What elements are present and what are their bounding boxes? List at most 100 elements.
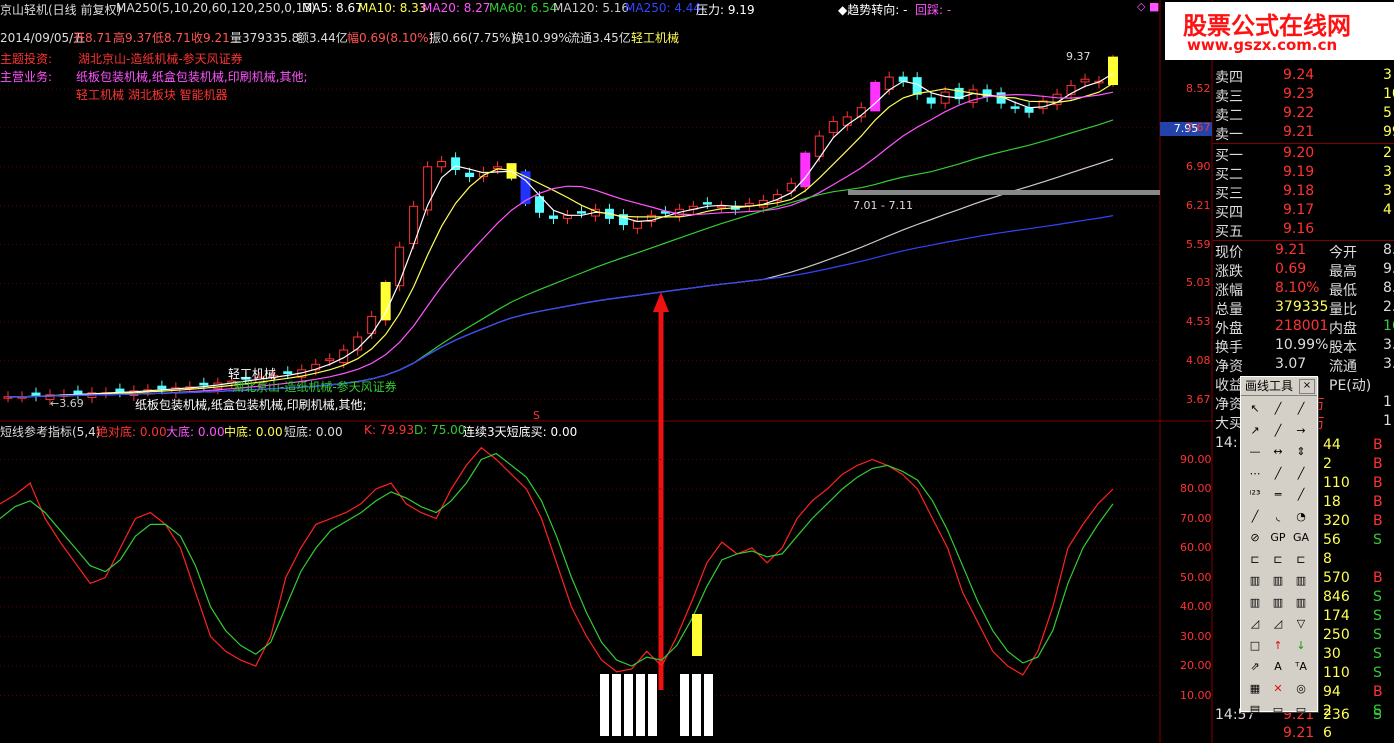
stat-label: 涨幅 — [1215, 283, 1243, 299]
fib-fan-icon[interactable]: ◿ — [1245, 614, 1265, 634]
trade-side: B — [1373, 494, 1383, 510]
ma10-value: MA10: 8.33 — [358, 1, 427, 15]
line-icon[interactable]: ╱ — [1268, 399, 1288, 419]
bid-price: 9.18 — [1283, 183, 1315, 199]
period-icon[interactable]: ⊏ — [1245, 550, 1265, 570]
candle-body — [423, 166, 433, 211]
arrow-line-icon[interactable]: ↗ — [1245, 421, 1265, 441]
pointer-icon[interactable]: ↖ — [1245, 399, 1265, 419]
double-line-icon[interactable]: ═ — [1268, 485, 1288, 505]
vertical-icon[interactable]: ⇕ — [1291, 442, 1311, 462]
info-volume: 量379335.8 — [230, 31, 300, 45]
bid-label: 买四 — [1215, 205, 1243, 221]
circle-icon[interactable]: ◔ — [1291, 507, 1311, 527]
stat-value: 3.07 — [1275, 356, 1307, 372]
trend-icon[interactable]: ╱ — [1291, 464, 1311, 484]
indicator-tick-label: 10.00 — [1180, 688, 1212, 702]
dots-icon[interactable]: ⋯ — [1245, 464, 1265, 484]
chart-note-business: 纸板包装机械,纸盒包装机械,印刷机械,其他; — [135, 398, 367, 412]
ask-price: 9.23 — [1283, 86, 1315, 102]
ask-price: 9.22 — [1283, 105, 1315, 121]
text-icon[interactable]: A — [1268, 657, 1288, 677]
chart-title: 京山轻机(日线 前复权) — [0, 3, 122, 17]
trade-volume: 18 — [1323, 494, 1341, 510]
kline-chart[interactable] — [0, 0, 1213, 743]
stat-value: 379335 — [1275, 299, 1329, 315]
ruler-icon[interactable]: ▭ — [1268, 700, 1288, 720]
trade-volume: 94 — [1323, 684, 1341, 700]
buy-signal-bar — [692, 614, 702, 656]
stat-label: 换手 — [1215, 340, 1243, 356]
text-style-icon[interactable]: ᵀA — [1291, 657, 1311, 677]
business-label: 主营业务: — [0, 70, 53, 84]
price-arrow-icon[interactable]: ⇗ — [1245, 657, 1265, 677]
close-icon[interactable]: × — [1299, 379, 1315, 394]
short-bottom: 短底: 0.00 — [284, 425, 343, 439]
range-icon[interactable]: ⊏ — [1291, 550, 1311, 570]
trade-volume: 236 — [1323, 707, 1350, 723]
arc-icon[interactable]: ◟ — [1268, 507, 1288, 527]
candle-body — [702, 202, 712, 205]
trade-volume: 846 — [1323, 589, 1350, 605]
pressure-value: 压力: 9.19 — [696, 3, 755, 17]
reversal-signal: 回踩: - — [915, 3, 952, 17]
ask-volume: 10 — [1383, 86, 1394, 102]
card-icon[interactable]: ▭ — [1291, 700, 1311, 720]
ray-icon[interactable]: ╱ — [1291, 399, 1311, 419]
parallel-icon[interactable]: ↔ — [1268, 442, 1288, 462]
trade-volume: 8 — [1323, 551, 1332, 567]
grid-c-icon[interactable]: ▥ — [1291, 571, 1311, 591]
trade-side: S — [1373, 532, 1382, 548]
grid-b-icon[interactable]: ▥ — [1268, 571, 1288, 591]
stat-value: 3.45 — [1383, 356, 1394, 372]
stat-label: 今开 — [1329, 245, 1357, 261]
bid-price: 9.19 — [1283, 164, 1315, 180]
trade-side: B — [1373, 513, 1383, 529]
horizontal-line-icon[interactable]: — — [1245, 442, 1265, 462]
down-arrow-icon[interactable]: ↓ — [1291, 636, 1311, 656]
doc-icon[interactable]: ▤ — [1245, 700, 1265, 720]
bid-volume: 4 — [1383, 202, 1392, 218]
ellipse-icon[interactable]: ⊘ — [1245, 528, 1265, 548]
bars-a-icon[interactable]: ▥ — [1245, 593, 1265, 613]
bars-b-icon[interactable]: ▥ — [1268, 593, 1288, 613]
delete-icon[interactable]: ✕ — [1268, 679, 1288, 699]
gp-icon[interactable]: GP — [1268, 528, 1288, 548]
candle-body — [744, 202, 754, 207]
fill-icon[interactable]: ▦ — [1245, 679, 1265, 699]
numbers-icon[interactable]: ⁱ²³ — [1245, 485, 1265, 505]
ask-volume: 3 — [1383, 67, 1392, 83]
speed-icon[interactable]: ◿ — [1268, 614, 1288, 634]
stat-value: 1613 — [1383, 318, 1394, 334]
price-tick-label: 7.67 — [1186, 120, 1211, 134]
candle-body — [842, 116, 852, 126]
bars-c-icon[interactable]: ▥ — [1291, 593, 1311, 613]
candle-body — [31, 392, 41, 397]
stat-value: 3.45 — [1383, 337, 1394, 353]
price-tick-label: 8.52 — [1186, 82, 1211, 96]
highlight-icon[interactable]: ◎ — [1291, 679, 1311, 699]
ga-icon[interactable]: GA — [1291, 528, 1311, 548]
grid-a-icon[interactable]: ▥ — [1245, 571, 1265, 591]
diamond-icon[interactable]: ◇ ■ — [1137, 0, 1159, 13]
indicator-tick-label: 60.00 — [1180, 541, 1212, 554]
slope-icon[interactable]: ╱ — [1291, 485, 1311, 505]
signal-bar — [1108, 56, 1118, 86]
concepts-value: 轻工机械 湖北板块 智能机器 — [76, 88, 228, 102]
triangle-icon[interactable]: ▽ — [1291, 614, 1311, 634]
segment-icon[interactable]: ╱ — [1268, 421, 1288, 441]
bottom-signal-column — [636, 674, 645, 736]
channel-icon[interactable]: ╱ — [1268, 464, 1288, 484]
stat-value: 1 — [1383, 394, 1392, 410]
box-icon[interactable]: ⊏ — [1268, 550, 1288, 570]
up-arrow-icon[interactable]: ↑ — [1268, 636, 1288, 656]
rectangle-icon[interactable]: □ — [1245, 636, 1265, 656]
candle-body — [465, 172, 475, 178]
bid-price: 9.20 — [1283, 145, 1315, 161]
price-tick-label: 5.59 — [1186, 237, 1211, 251]
trend-signal: ◆趋势转向: - — [838, 3, 908, 17]
fan-icon[interactable]: ╱ — [1245, 507, 1265, 527]
drawing-toolbox[interactable]: 画线工具 × ↖ ╱ ╱ ↗ ╱ → — ↔ ⇕ ⋯ ╱ ╱ ⁱ²³ ═ ╱ ╱ ◟ ◔ ⊘ GP GA ⊏ ⊏ ⊏ ▥ ▥ ▥ ▥ ▥… — [1240, 376, 1318, 716]
order-divider — [1213, 240, 1394, 241]
horizontal-ray-icon[interactable]: → — [1291, 421, 1311, 441]
